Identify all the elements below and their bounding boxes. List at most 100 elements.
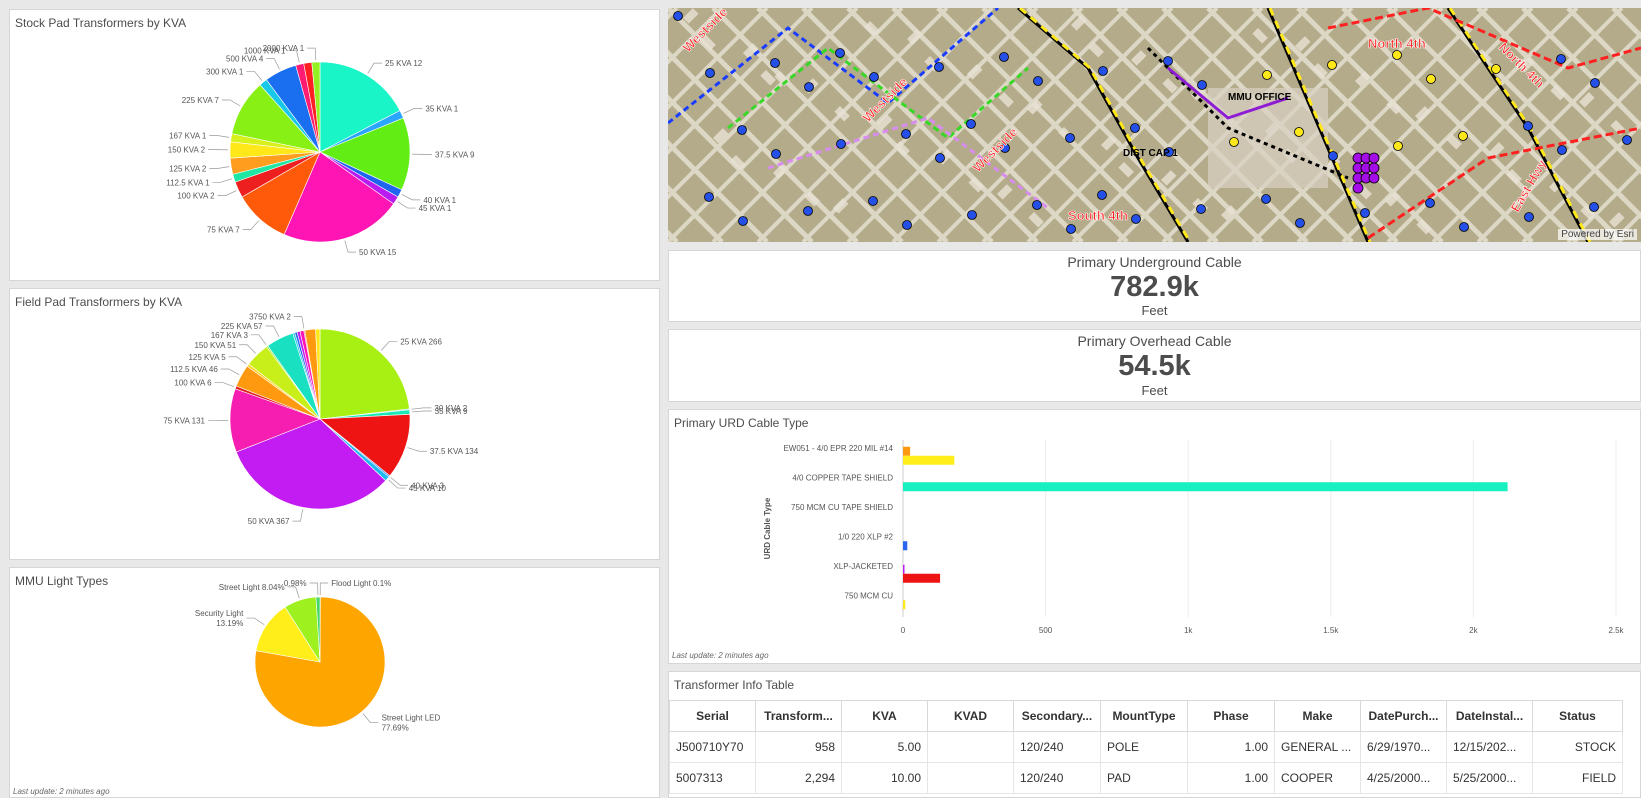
map-point[interactable] xyxy=(836,139,846,149)
map-point[interactable] xyxy=(1033,76,1043,86)
field-pie-label: 35 KVA 9 xyxy=(435,407,468,416)
map-point[interactable] xyxy=(1425,198,1435,208)
stock-pie-leader xyxy=(307,47,317,61)
urd-bar[interactable] xyxy=(903,446,911,456)
map-point[interactable] xyxy=(1065,133,1075,143)
map-point[interactable] xyxy=(737,125,747,135)
table-row[interactable]: J500710Y70 958 5.00 120/240 POLE 1.00 GENERAL … xyxy=(669,731,1623,763)
map-point[interactable] xyxy=(934,62,944,72)
stock-pie-label: 500 KVA 4 xyxy=(226,55,264,64)
map-point[interactable] xyxy=(804,82,814,92)
table-header-cell[interactable]: KVAD xyxy=(927,700,1014,732)
map-point[interactable] xyxy=(1393,141,1403,151)
stock-pie-label: 150 KVA 2 xyxy=(168,146,206,155)
urd-bar[interactable] xyxy=(903,564,905,574)
map-point[interactable] xyxy=(1368,162,1380,174)
map-point[interactable] xyxy=(999,52,1009,62)
table-cell: 2,294 xyxy=(755,762,842,794)
map-point[interactable] xyxy=(1523,121,1533,131)
table-header-cell[interactable]: Make xyxy=(1274,700,1361,732)
map-point[interactable] xyxy=(1163,56,1173,66)
map-point[interactable] xyxy=(1262,70,1272,80)
table-header-cell[interactable]: KVA xyxy=(841,700,928,732)
transformer-table: Serial Transform... KVA KVAD Secondary... Mou… xyxy=(669,700,1623,794)
map-point[interactable] xyxy=(1327,60,1337,70)
map-point[interactable] xyxy=(1261,194,1271,204)
map-point[interactable] xyxy=(1098,66,1108,76)
light-pie-leader xyxy=(287,586,300,599)
table-header-cell[interactable]: Transform... xyxy=(755,700,842,732)
map-point[interactable] xyxy=(1352,182,1364,194)
field-pie-label: 75 KVA 131 xyxy=(163,417,205,426)
map-point[interactable] xyxy=(1426,74,1436,84)
map-point[interactable] xyxy=(704,192,714,202)
urd-cable-panel: Primary URD Cable Type 0 500 1k 1.5k 2k 2.5k E… xyxy=(668,409,1641,664)
table-header-cell[interactable]: Phase xyxy=(1187,700,1275,732)
map-point[interactable] xyxy=(835,48,845,58)
map-point[interactable] xyxy=(1622,135,1632,145)
map-point[interactable] xyxy=(966,119,976,129)
urd-bar[interactable] xyxy=(903,573,941,583)
field-pie-slice[interactable] xyxy=(319,328,410,420)
stock-pie-label: 300 KVA 1 xyxy=(206,67,244,76)
map-point[interactable] xyxy=(902,220,912,230)
map-point[interactable] xyxy=(1130,123,1140,133)
map-point[interactable] xyxy=(1368,152,1380,164)
urd-bar[interactable] xyxy=(903,541,908,551)
urd-bar[interactable] xyxy=(903,455,955,465)
map-point[interactable] xyxy=(1066,224,1076,234)
map-point[interactable] xyxy=(1556,54,1566,64)
map-point[interactable] xyxy=(1557,145,1567,155)
stock-pie-leader xyxy=(209,166,230,169)
map-point[interactable] xyxy=(803,206,813,216)
map-canvas[interactable]: WestsideWestsideWestsideNorth 4th North 4… xyxy=(668,8,1641,242)
map-point[interactable] xyxy=(1360,208,1370,218)
stock-pie-leader xyxy=(367,62,383,74)
urd-y-axis-title: URD Cable Type xyxy=(763,497,772,559)
map-point[interactable] xyxy=(1032,200,1042,210)
stock-pie-label: 167 KVA 1 xyxy=(169,131,207,140)
map-point[interactable] xyxy=(1229,137,1239,147)
urd-bar[interactable] xyxy=(903,482,1508,492)
map-point[interactable] xyxy=(770,58,780,68)
map-point[interactable] xyxy=(1589,202,1599,212)
map-point[interactable] xyxy=(1197,80,1207,90)
map-point[interactable] xyxy=(1524,212,1534,222)
map-label: South 4th xyxy=(1068,208,1128,223)
map-point[interactable] xyxy=(1328,151,1338,161)
table-header-cell[interactable]: MountType xyxy=(1100,700,1188,732)
light-pie-leader xyxy=(309,582,319,596)
map-point[interactable] xyxy=(1491,64,1501,74)
map-point[interactable] xyxy=(673,11,683,21)
map-point[interactable] xyxy=(705,68,715,78)
table-header-cell[interactable]: Secondary... xyxy=(1013,700,1101,732)
table-header-cell[interactable]: Status xyxy=(1532,700,1623,732)
map-point[interactable] xyxy=(1295,218,1305,228)
map-point[interactable] xyxy=(967,210,977,220)
table-header-cell[interactable]: DateInstal... xyxy=(1446,700,1533,732)
map-point[interactable] xyxy=(868,196,878,206)
map-point[interactable] xyxy=(1196,204,1206,214)
table-header-cell[interactable]: DatePurch... xyxy=(1360,700,1447,732)
map-point[interactable] xyxy=(1097,190,1107,200)
table-cell: 6/29/1970... xyxy=(1360,731,1447,763)
map-point[interactable] xyxy=(771,149,781,159)
map-point[interactable] xyxy=(901,129,911,139)
map-point[interactable] xyxy=(1368,172,1380,184)
map-point[interactable] xyxy=(738,216,748,226)
map-point[interactable] xyxy=(1458,131,1468,141)
map-point[interactable] xyxy=(1459,222,1469,232)
urd-bar[interactable] xyxy=(903,600,906,610)
table-row[interactable]: 5007313 2,294 10.00 120/240 PAD 1.00 COOPER 4/2… xyxy=(669,762,1623,794)
map-point[interactable] xyxy=(1392,50,1402,60)
urd-category-label: EW051 - 4/0 EPR 220 MIL #14 xyxy=(783,444,893,453)
table-cell: 1.00 xyxy=(1187,731,1275,763)
map-point[interactable] xyxy=(1131,214,1141,224)
map-view[interactable]: Westside Westside Westside North 4th North 4… xyxy=(668,8,1641,242)
table-header-cell[interactable]: Serial xyxy=(669,700,756,732)
map-point[interactable] xyxy=(1590,78,1600,88)
field-pad-pie-chart: 25 KVA 26630 KVA 235 KVA 937.5 KVA 13440… xyxy=(163,313,478,527)
map-point[interactable] xyxy=(935,153,945,163)
map-point[interactable] xyxy=(869,72,879,82)
map-point[interactable] xyxy=(1294,127,1304,137)
